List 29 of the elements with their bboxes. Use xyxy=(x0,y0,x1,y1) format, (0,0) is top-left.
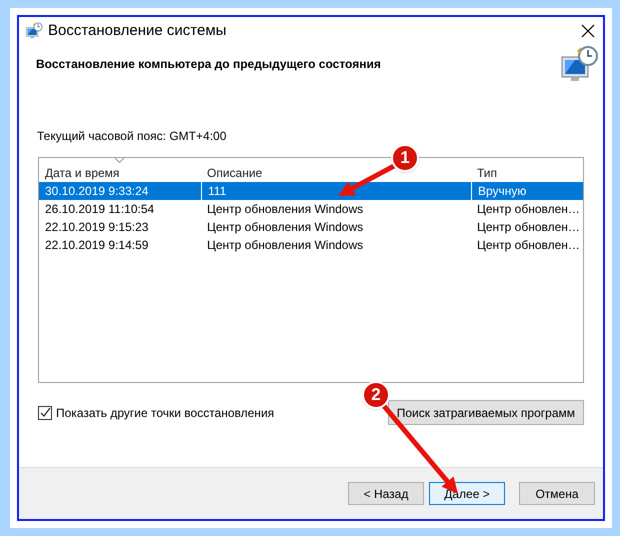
restore-point-row[interactable]: 22.10.2019 9:15:23 Центр обновления Windows Центр обновлен… xyxy=(39,218,583,236)
scan-programs-button[interactable]: Поиск затрагиваемых программ xyxy=(388,400,584,425)
page-heading: Восстановление компьютера до предыдущего состояния xyxy=(36,56,381,73)
table-cell-text: Центр обновления Windows xyxy=(206,219,364,236)
show-more-checkbox[interactable]: Показать другие точки восстановления xyxy=(38,404,274,422)
system-restore-icon xyxy=(25,22,43,40)
dialog-button[interactable]: Далее > xyxy=(429,482,505,505)
table-cell-text: 22.10.2019 9:15:23 xyxy=(44,219,150,236)
table-cell-text: 30.10.2019 9:33:24 xyxy=(44,183,150,200)
close-icon[interactable] xyxy=(581,24,595,38)
table-cell: Вручную xyxy=(471,182,583,200)
restore-point-row[interactable]: 22.10.2019 9:14:59 Центр обновления Windows Центр обновлен… xyxy=(39,236,583,254)
dialog-button[interactable]: < Назад xyxy=(348,482,424,505)
dialog-button[interactable]: Отмена xyxy=(519,482,595,505)
table-cell-text: 26.10.2019 11:10:54 xyxy=(44,201,156,218)
restore-point-row[interactable]: 30.10.2019 9:33:24 111 Вручную xyxy=(39,182,583,200)
table-cell-text: Центр обновления Windows xyxy=(206,201,364,218)
column-header[interactable]: Тип xyxy=(471,158,583,182)
table-cell-text: Центр обновлен… xyxy=(476,237,581,254)
table-cell-text: 22.10.2019 9:14:59 xyxy=(44,237,150,254)
checkmark-icon xyxy=(40,407,50,418)
restore-point-row[interactable]: 26.10.2019 11:10:54 Центр обновления Windows Центр обновлен… xyxy=(39,200,583,218)
table-cell-text: Центр обновлен… xyxy=(476,201,581,218)
table-cell-text: Центр обновлен… xyxy=(476,219,581,236)
timezone-label: Текущий часовой пояс: GMT+4:00 xyxy=(37,128,228,145)
annotation-arrow xyxy=(338,164,396,196)
column-header[interactable]: Дата и время xyxy=(39,158,201,182)
table-cell-text: Центр обновления Windows xyxy=(206,237,364,254)
window-title: Восстановление системы xyxy=(48,20,226,41)
